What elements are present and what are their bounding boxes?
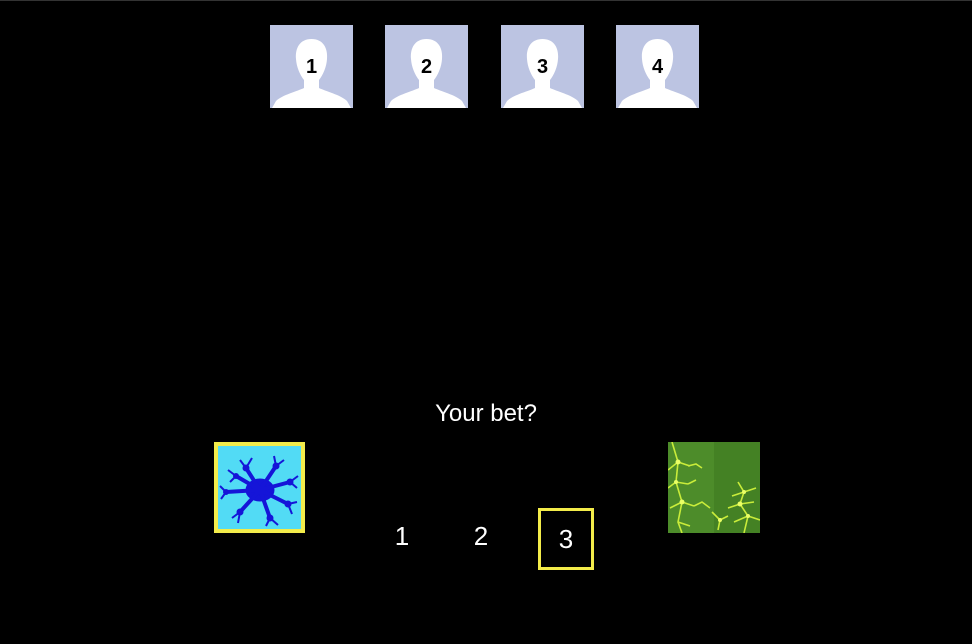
top-divider [0,0,972,1]
card-right[interactable] [668,442,760,533]
player-number: 4 [651,56,664,78]
player-avatar-1[interactable]: 1 [270,25,353,108]
players-row: 1 2 3 4 [270,25,700,108]
card-left-selected[interactable] [214,442,305,533]
player-number: 2 [420,56,433,78]
player-avatar-4[interactable]: 4 [616,25,699,108]
player-avatar-2[interactable]: 2 [385,25,468,108]
game-screen: 1 2 3 4 Your bet? 1 2 3 [0,0,972,644]
player-avatar-3[interactable]: 3 [501,25,584,108]
green-fractal-card [668,442,760,533]
bet-option-3-selected[interactable]: 3 [538,508,594,570]
bet-prompt: Your bet? [435,400,537,427]
blue-fractal-card [219,455,299,527]
player-number: 1 [305,56,318,78]
bet-option-2[interactable]: 2 [453,508,509,570]
player-number: 3 [536,56,549,78]
bet-option-1[interactable]: 1 [374,508,430,570]
